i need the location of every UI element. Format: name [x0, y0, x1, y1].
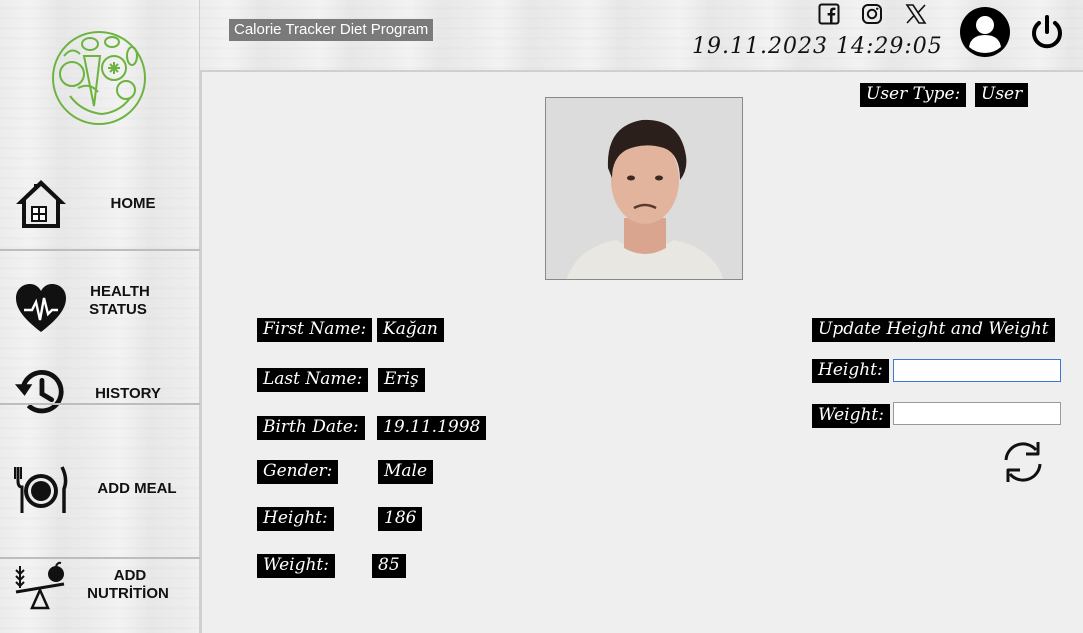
sidebar-item-home[interactable]: HOME	[0, 170, 200, 250]
user-type-label: User Type:	[860, 83, 967, 107]
sidebar-item-health-label-2: STATUS	[89, 301, 147, 318]
sidebar-item-add-nutrition[interactable]: ADD NUTRİTİON	[0, 560, 200, 633]
home-icon	[16, 180, 66, 228]
sidebar-item-nutrition-label-2: NUTRİTİON	[87, 585, 169, 602]
sidebar-item-add-meal[interactable]: ADD MEAL	[0, 455, 200, 525]
sidebar: HOME HEALTH STATUS HISTORY ADD MEAL ADD …	[0, 0, 200, 633]
app-title: Calorie Tracker Diet Program	[229, 19, 434, 41]
sidebar-item-health-status[interactable]: HEALTH STATUS	[0, 258, 200, 350]
sidebar-divider	[0, 403, 200, 405]
sidebar-divider	[0, 557, 200, 559]
weight-value: 85	[372, 554, 406, 578]
last-name-value: Eriş	[378, 368, 425, 392]
sidebar-item-home-label: HOME	[110, 195, 156, 212]
power-icon[interactable]	[1030, 14, 1064, 50]
user-type-value: User	[975, 83, 1029, 107]
instagram-icon[interactable]	[861, 3, 883, 25]
scale-apple-wheat-icon	[15, 561, 65, 610]
profile-photo	[545, 97, 743, 280]
person-portrait-image	[546, 98, 742, 279]
height-input[interactable]	[893, 359, 1061, 382]
x-icon[interactable]	[905, 3, 927, 25]
first-name-value: Kağan	[377, 318, 444, 342]
plate-utensils-icon	[14, 466, 68, 513]
sidebar-item-health-label-1: HEALTH	[90, 283, 150, 300]
user-avatar-icon[interactable]	[959, 6, 1011, 58]
sidebar-divider	[0, 249, 200, 251]
sidebar-divider	[0, 351, 200, 353]
history-icon	[14, 369, 64, 414]
sidebar-item-history-label: HISTORY	[95, 385, 161, 402]
sidebar-item-add-meal-label: ADD MEAL	[97, 480, 177, 497]
weight-label: Weight:	[257, 554, 335, 578]
vegetables-logo-icon	[52, 31, 146, 125]
gender-label: Gender:	[257, 460, 339, 484]
height-label: Height:	[257, 507, 334, 531]
update-height-label: Height:	[812, 359, 889, 383]
gender-value: Male	[378, 460, 434, 484]
facebook-icon[interactable]	[818, 3, 840, 25]
refresh-icon[interactable]	[1000, 438, 1046, 486]
first-name-label: First Name:	[257, 318, 373, 342]
last-name-label: Last Name:	[257, 368, 369, 392]
profile-panel: User Type: User First Name: Kağan Last N…	[200, 70, 1083, 633]
sidebar-item-nutrition-label-1: ADD	[113, 567, 147, 584]
birth-date-label: Birth Date:	[257, 416, 365, 440]
birth-date-value: 19.11.1998	[377, 416, 487, 440]
weight-input[interactable]	[893, 402, 1061, 425]
update-weight-label: Weight:	[812, 404, 890, 428]
current-datetime: 19.11.2023 14:29:05	[692, 34, 943, 59]
update-section-title: Update Height and Weight	[812, 318, 1055, 342]
height-value: 186	[378, 507, 423, 531]
sidebar-item-history[interactable]: HISTORY	[0, 355, 200, 414]
top-bar: Calorie Tracker Diet Program 19.11.2023 …	[200, 0, 1083, 70]
